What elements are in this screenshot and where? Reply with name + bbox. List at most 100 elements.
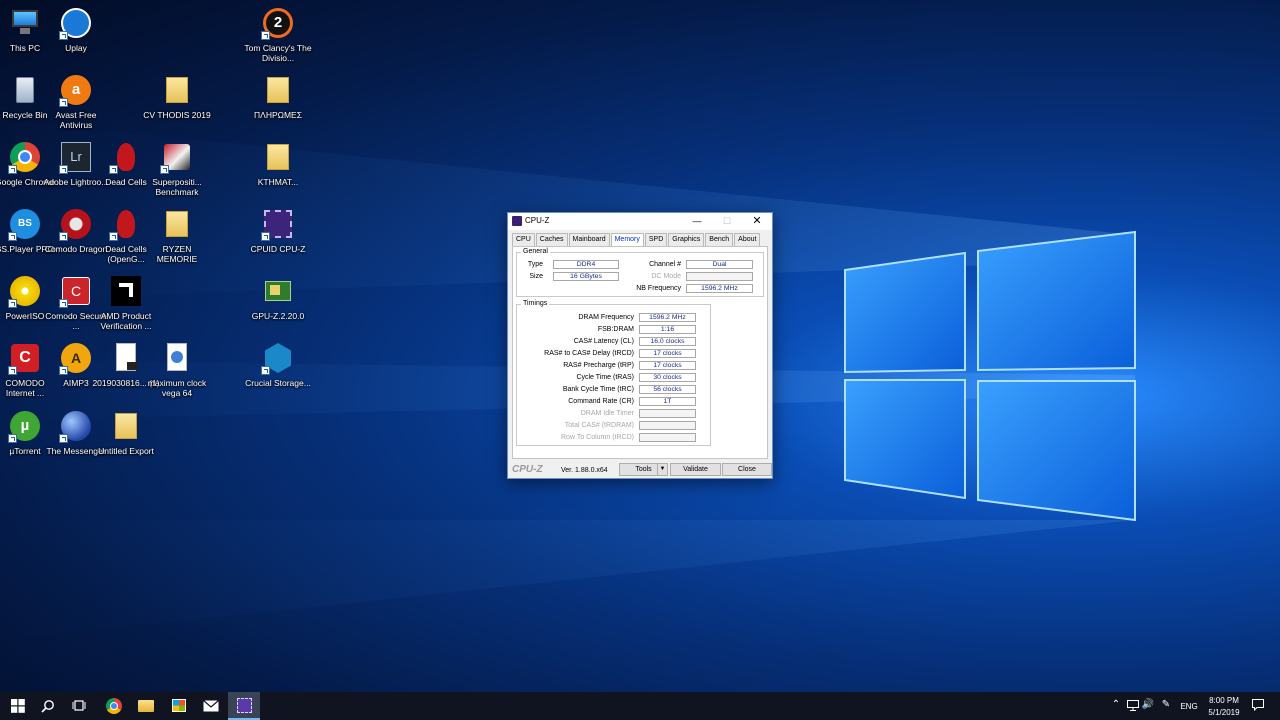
desktop-icon-crucial-storage[interactable]: Crucial Storage... <box>243 341 313 388</box>
dram-frequency-value: 1596.2 MHz <box>639 313 696 322</box>
desktop-icon-ryzen-memorie[interactable]: RYZEN MEMORIE <box>142 207 212 264</box>
start-button[interactable] <box>3 692 33 720</box>
disc-icon <box>8 274 42 308</box>
maximize-button[interactable]: ☐ <box>712 213 742 230</box>
crucial-icon <box>261 341 295 375</box>
tab-graphics[interactable]: Graphics <box>668 233 705 246</box>
memory-panel: General Type DDR4 Size 16 GBytes Channel… <box>512 246 768 459</box>
channel-label: Channel # <box>649 261 681 268</box>
taskbar: ⌃ 🔊 ✎ ENG 8:00 PM 5/1/2019 <box>0 692 1280 720</box>
close-button[interactable]: Close <box>722 463 772 476</box>
nb-frequency-label: NB Frequency <box>636 285 681 292</box>
volume-icon[interactable]: 🔊 <box>1141 699 1155 710</box>
trcd-value: 17 clocks <box>639 349 696 358</box>
comodo-secure-icon: C <box>59 274 93 308</box>
desktop-icon-cpuid-cpuz[interactable]: CPUID CPU-Z <box>243 207 313 254</box>
size-value: 16 GBytes <box>553 272 619 281</box>
lightroom-icon: Lr <box>59 140 93 174</box>
close-window-button[interactable]: ✕ <box>742 213 772 230</box>
fsb-dram-value: 1:16 <box>639 325 696 334</box>
taskbar-cpuz[interactable] <box>228 692 260 720</box>
utorrent-icon: µ <box>8 409 42 443</box>
aimp-icon: A <box>59 341 93 375</box>
comodo-icon: C <box>8 341 42 375</box>
show-hidden-icons-chevron-icon[interactable]: ⌃ <box>1110 699 1122 710</box>
notification-icon <box>1252 699 1264 712</box>
folder-icon <box>261 73 295 107</box>
version-text: Ver. 1.88.0.x64 <box>561 467 608 474</box>
clock-date[interactable]: 5/1/2019 <box>1203 708 1245 717</box>
amd-icon <box>109 274 143 308</box>
type-label: Type <box>527 261 543 268</box>
tools-dropdown-arrow-icon[interactable]: ▼ <box>657 463 668 476</box>
superposition-icon <box>160 140 194 174</box>
tab-memory[interactable]: Memory <box>610 233 644 247</box>
minimize-button[interactable]: — <box>682 213 712 230</box>
computer-icon <box>8 6 42 40</box>
language-indicator[interactable]: ENG <box>1178 702 1200 711</box>
tab-cpu[interactable]: CPU <box>512 233 535 246</box>
tab-caches[interactable]: Caches <box>535 233 568 246</box>
desktop-icon-gpuz[interactable]: GPU-Z.2.20.0 <box>243 274 313 321</box>
desktop-icon-amd-product-verification[interactable]: AMD Product Verification ... <box>91 274 161 331</box>
desktop-icon-pliromes[interactable]: ΠΛΗΡΩΜΕΣ <box>243 73 313 120</box>
validate-button[interactable]: Validate <box>670 463 721 476</box>
footer-bar: CPU-Z Ver. 1.88.0.x64 Tools ▼ Validate C… <box>508 462 772 478</box>
desktop-icon-the-division[interactable]: 2 Tom Clancy's The Divisio... <box>243 6 313 63</box>
dc-mode-label: DC Mode <box>651 273 681 280</box>
pen-icon[interactable]: ✎ <box>1159 699 1173 710</box>
taskbar-file-explorer[interactable] <box>131 692 161 720</box>
desktop-icon-maximum-clock[interactable]: maximum clock vega 64 <box>142 341 212 398</box>
dram-idle-timer-value <box>639 409 696 418</box>
trp-value: 17 clocks <box>639 361 696 370</box>
command-rate-value: 1T <box>639 397 696 406</box>
chrome-icon <box>106 698 122 714</box>
cpuz-window[interactable]: CPU-Z — ☐ ✕ CPU Caches Mainboard Memory … <box>507 212 773 479</box>
timings-title: Timings <box>521 300 550 307</box>
clock-time[interactable]: 8:00 PM <box>1203 696 1245 705</box>
action-center-icon[interactable] <box>1250 699 1266 713</box>
desktop-icon-avast[interactable]: a Avast Free Antivirus <box>41 73 111 130</box>
taskbar-mail[interactable] <box>196 692 226 720</box>
graphics-card-icon <box>261 274 295 308</box>
taskbar-chrome[interactable] <box>99 692 129 720</box>
desktop-icon-untitled-export[interactable]: Untitled Export <box>91 409 161 456</box>
task-view-button[interactable] <box>64 692 94 720</box>
trc-label: Bank Cycle Time (tRC) <box>562 386 634 393</box>
tab-about[interactable]: About <box>734 233 761 246</box>
document-icon <box>160 341 194 375</box>
tras-value: 30 clocks <box>639 373 696 382</box>
search-button[interactable] <box>33 692 63 720</box>
dead-cells-icon <box>109 207 143 241</box>
total-cas-value <box>639 421 696 430</box>
cas-latency-label: CAS# Latency (CL) <box>573 338 634 345</box>
mail-icon <box>203 700 219 712</box>
network-icon[interactable] <box>1126 700 1140 713</box>
tab-spd[interactable]: SPD <box>644 233 668 246</box>
dragon-icon <box>59 207 93 241</box>
general-group: General Type DDR4 Size 16 GBytes Channel… <box>516 248 764 297</box>
dram-idle-timer-label: DRAM Idle Timer <box>580 410 634 417</box>
folder-icon <box>160 207 194 241</box>
tools-label: Tools <box>635 466 652 473</box>
nb-frequency-value: 1596.2 MHz <box>686 284 753 293</box>
desktop-icon-uplay[interactable]: Uplay <box>41 6 111 53</box>
desktop-icon-cv-thodis[interactable]: CV THODIS 2019 <box>142 73 212 120</box>
desktop-icon-ktimat[interactable]: ΚΤΗΜΑΤ... <box>243 140 313 187</box>
timings-group: Timings DRAM Frequency 1596.2 MHz FSB:DR… <box>516 300 711 446</box>
desktop-icon-superposition[interactable]: Superpositi... Benchmark <box>142 140 212 197</box>
taskbar-store[interactable] <box>164 692 194 720</box>
title-bar[interactable]: CPU-Z — ☐ ✕ <box>508 213 772 230</box>
dram-frequency-label: DRAM Frequency <box>578 314 634 321</box>
folder-icon <box>160 73 194 107</box>
file-explorer-icon <box>138 700 154 712</box>
tab-bench[interactable]: Bench <box>705 233 734 246</box>
trc-value: 56 clocks <box>639 385 696 394</box>
tab-mainboard[interactable]: Mainboard <box>568 233 610 246</box>
type-value: DDR4 <box>553 260 619 269</box>
row-to-column-label: Row To Column (tRCD) <box>561 434 634 441</box>
store-bag-icon <box>172 699 186 712</box>
search-icon <box>41 700 54 713</box>
globe-icon <box>59 409 93 443</box>
trp-label: RAS# Precharge (tRP) <box>563 362 634 369</box>
